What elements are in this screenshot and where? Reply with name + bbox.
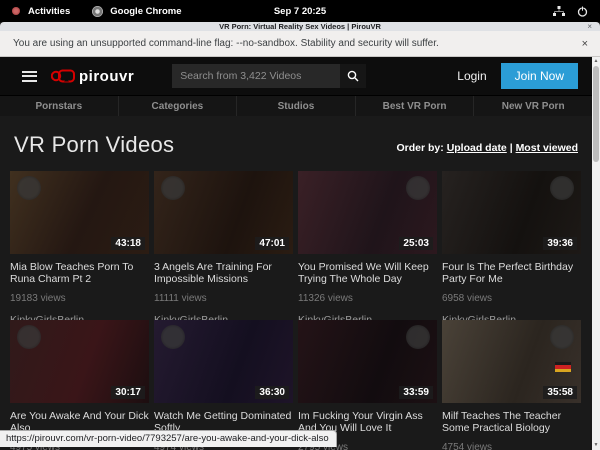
page-viewport: pirouvr Login Join Now Pornstars Categor… [0, 57, 592, 450]
video-thumbnail[interactable]: 30:17 [10, 320, 149, 403]
browser-tab-strip: VR Porn: Virtual Reality Sex Videos | Pi… [0, 22, 600, 31]
video-views: 19183 views [10, 293, 149, 304]
video-views: 6958 views [442, 293, 581, 304]
studio-watermark-icon [406, 325, 430, 349]
browser-scrollbar[interactable]: ▲ ▼ [592, 57, 600, 450]
order-by-label: Order by: [397, 142, 444, 154]
infobar-message: You are using an unsupported command-lin… [0, 38, 439, 49]
germany-flag-icon [555, 362, 571, 372]
studio-watermark-icon [406, 176, 430, 200]
video-thumbnail[interactable]: 33:59 [298, 320, 437, 403]
system-clock[interactable]: Sep 7 20:25 [0, 6, 600, 17]
system-top-bar: Activities Google Chrome Sep 7 20:25 [0, 0, 600, 22]
studio-watermark-icon [550, 325, 574, 349]
video-thumbnail[interactable]: 36:30 [154, 320, 293, 403]
nav-pornstars[interactable]: Pornstars [0, 96, 119, 116]
tab-close-icon[interactable]: × [587, 22, 592, 31]
duration-badge: 35:58 [543, 386, 577, 399]
video-card: 47:01 3 Angels Are Training For Impossib… [154, 171, 293, 326]
search-input[interactable] [172, 64, 340, 88]
video-card: 43:18 Mia Blow Teaches Porn To Runa Char… [10, 171, 149, 326]
nav-best-vr[interactable]: Best VR Porn [356, 96, 475, 116]
studio-watermark-icon [17, 325, 41, 349]
search-bar [172, 64, 366, 88]
power-icon[interactable] [577, 6, 588, 17]
video-card: 39:36 Four Is The Perfect Birthday Party… [442, 171, 581, 326]
login-link[interactable]: Login [457, 69, 486, 83]
duration-badge: 36:30 [255, 386, 289, 399]
focused-app-menu[interactable]: Google Chrome [110, 6, 181, 17]
menu-hamburger-icon[interactable] [22, 68, 37, 84]
network-icon[interactable] [553, 6, 565, 17]
site-header: pirouvr Login Join Now [0, 57, 592, 95]
search-icon [347, 70, 359, 82]
video-title[interactable]: You Promised We Will Keep Trying The Who… [298, 261, 437, 285]
video-title[interactable]: Four Is The Perfect Birthday Party For M… [442, 261, 581, 285]
video-card: 35:58 Milf Teaches The Teacher Some Prac… [442, 320, 581, 450]
tab-title[interactable]: VR Porn: Virtual Reality Sex Videos | Pi… [219, 22, 381, 31]
recording-indicator-icon [12, 7, 20, 15]
search-button[interactable] [340, 64, 366, 88]
logo-text: pirouvr [79, 68, 134, 85]
scroll-up-arrow-icon[interactable]: ▲ [592, 57, 600, 66]
join-now-button[interactable]: Join Now [501, 63, 578, 89]
vr-goggles-icon [51, 69, 75, 83]
video-thumbnail[interactable]: 47:01 [154, 171, 293, 254]
studio-watermark-icon [550, 176, 574, 200]
infobar-close-icon[interactable]: × [582, 38, 588, 50]
video-thumbnail[interactable]: 35:58 [442, 320, 581, 403]
video-views: 11111 views [154, 293, 293, 304]
site-logo[interactable]: pirouvr [51, 68, 134, 85]
desktop-screen: Activities Google Chrome Sep 7 20:25 VR … [0, 0, 600, 450]
main-nav: Pornstars Categories Studios Best VR Por… [0, 95, 592, 116]
duration-badge: 33:59 [399, 386, 433, 399]
video-title[interactable]: Milf Teaches The Teacher Some Practical … [442, 410, 581, 434]
duration-badge: 43:18 [111, 237, 145, 250]
video-grid-row-1: 43:18 Mia Blow Teaches Porn To Runa Char… [10, 171, 582, 326]
video-card: 25:03 You Promised We Will Keep Trying T… [298, 171, 437, 326]
video-views: 4754 views [442, 442, 581, 450]
studio-watermark-icon [161, 325, 185, 349]
video-thumbnail[interactable]: 43:18 [10, 171, 149, 254]
page-title: VR Porn Videos [14, 132, 174, 158]
video-title[interactable]: 3 Angels Are Training For Impossible Mis… [154, 261, 293, 285]
nav-new-vr[interactable]: New VR Porn [474, 96, 592, 116]
video-views: 11326 views [298, 293, 437, 304]
duration-badge: 47:01 [255, 237, 289, 250]
video-title[interactable]: Mia Blow Teaches Porn To Runa Charm Pt 2 [10, 261, 149, 285]
chrome-app-icon [92, 6, 103, 17]
nav-studios[interactable]: Studios [237, 96, 356, 116]
nav-categories[interactable]: Categories [119, 96, 238, 116]
order-by-upload-date[interactable]: Upload date [447, 142, 507, 154]
studio-watermark-icon [161, 176, 185, 200]
duration-badge: 25:03 [399, 237, 433, 250]
studio-watermark-icon [17, 176, 41, 200]
video-thumbnail[interactable]: 25:03 [298, 171, 437, 254]
link-status-bubble: https://pirouvr.com/vr-porn-video/779325… [0, 430, 337, 447]
video-thumbnail[interactable]: 39:36 [442, 171, 581, 254]
order-by-most-viewed[interactable]: Most viewed [516, 142, 578, 154]
scroll-down-arrow-icon[interactable]: ▼ [592, 441, 600, 450]
chrome-infobar: You are using an unsupported command-lin… [0, 31, 600, 57]
duration-badge: 30:17 [111, 386, 145, 399]
scrollbar-thumb[interactable] [593, 66, 599, 162]
order-by: Order by: Upload date | Most viewed [397, 142, 579, 158]
duration-badge: 39:36 [543, 237, 577, 250]
activities-button[interactable]: Activities [28, 6, 70, 17]
